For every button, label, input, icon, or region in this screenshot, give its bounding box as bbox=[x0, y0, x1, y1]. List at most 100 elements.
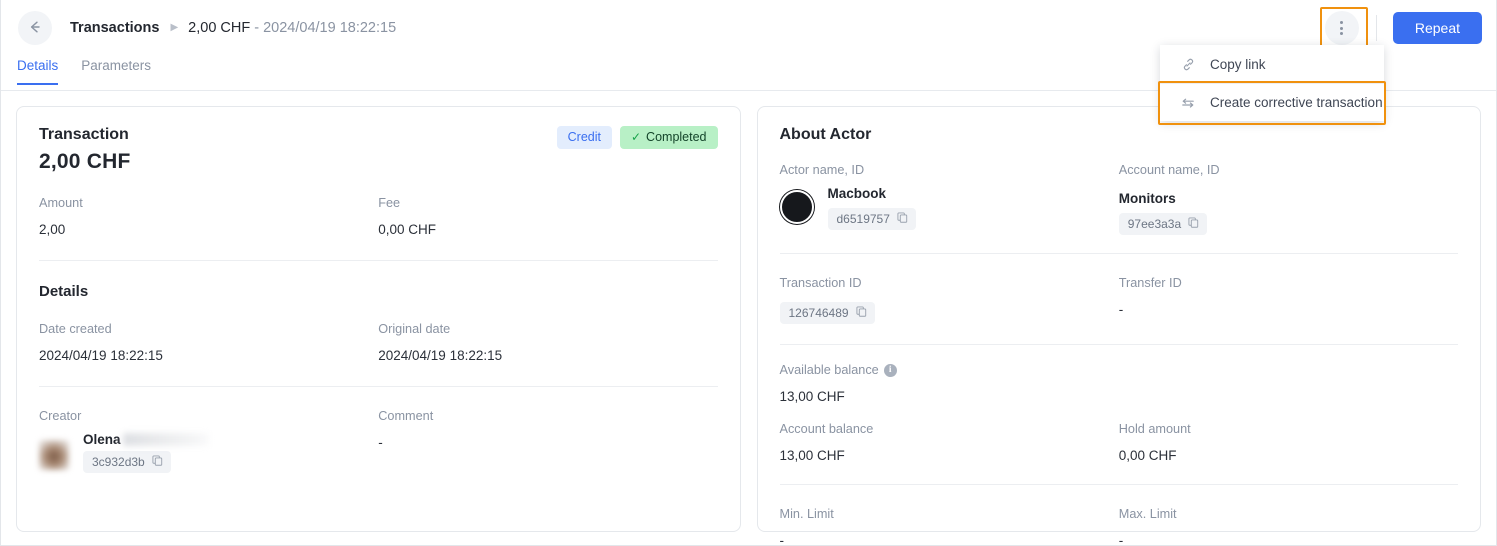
date-created-field: Date created 2024/04/19 18:22:15 bbox=[39, 322, 378, 363]
creator-person-body: Olena 3c932d3b bbox=[83, 432, 209, 473]
account-id-value: 97ee3a3a bbox=[1127, 217, 1182, 231]
available-balance-label: Available balance bbox=[779, 363, 879, 377]
available-balance-value: 13,00 CHF bbox=[779, 389, 845, 404]
actor-name-id-label: Actor name, ID bbox=[779, 163, 865, 177]
transaction-id-label: Transaction ID bbox=[779, 276, 862, 290]
badge-completed: ✓ Completed bbox=[619, 126, 718, 149]
amount-label: Amount bbox=[39, 196, 83, 210]
transaction-id-chip[interactable]: 126746489 bbox=[779, 302, 875, 324]
creator-avatar bbox=[39, 440, 69, 470]
actor-person: Macbook d6519757 bbox=[779, 186, 1103, 230]
account-balance-field: Account balance 13,00 CHF bbox=[780, 422, 1119, 463]
max-limit-value: - bbox=[1118, 533, 1124, 546]
breadcrumb-separator-icon: ▶ bbox=[170, 22, 179, 33]
account-name-id-label: Account name, ID bbox=[1118, 163, 1220, 177]
actor-card: About Actor Actor name, ID Macbook d6519… bbox=[756, 106, 1481, 545]
account-id-chip[interactable]: 97ee3a3a bbox=[1118, 213, 1208, 235]
arrow-left-icon bbox=[27, 19, 43, 38]
balances-row: Account balance 13,00 CHF Hold amount 0,… bbox=[780, 422, 1459, 463]
copy-icon bbox=[152, 455, 163, 469]
details-section-title: Details bbox=[39, 283, 89, 300]
date-created-label: Date created bbox=[39, 322, 112, 336]
divider-balances bbox=[779, 484, 1458, 485]
account-name: Monitors bbox=[1118, 191, 1176, 206]
account-balance-label: Account balance bbox=[779, 422, 874, 436]
transaction-amount-heading: 2,00 CHF bbox=[39, 150, 131, 173]
back-button[interactable] bbox=[18, 11, 52, 45]
header-actions: Repeat bbox=[1319, 7, 1482, 51]
kebab-dot-2 bbox=[1340, 26, 1344, 30]
info-icon[interactable]: i bbox=[883, 363, 897, 377]
badge-credit: Credit bbox=[556, 126, 612, 149]
original-date-label: Original date bbox=[378, 322, 451, 336]
divider-amount bbox=[39, 260, 718, 261]
limits-row: Min. Limit - Max. Limit - bbox=[779, 507, 1459, 546]
comment-label: Comment bbox=[378, 409, 434, 423]
fee-field: Fee 0,00 CHF bbox=[378, 196, 717, 237]
check-icon: ✓ bbox=[630, 130, 642, 145]
comment-value: - bbox=[378, 435, 383, 450]
min-limit-label: Min. Limit bbox=[779, 507, 834, 521]
account-field: Account name, ID Monitors 97ee3a3a bbox=[1118, 163, 1458, 235]
header-divider bbox=[1375, 15, 1377, 41]
transaction-details-page: Transactions ▶ 2,00 CHF - 2024/04/19 18:… bbox=[0, 0, 1497, 546]
tab-details[interactable]: Details bbox=[17, 56, 59, 85]
creator-field: Creator Olena 3c932d3b bbox=[39, 409, 378, 473]
transaction-card: Transaction 2,00 CHF Credit ✓ Completed … bbox=[16, 106, 741, 532]
transfer-id-field: Transfer ID - bbox=[1119, 276, 1458, 324]
breadcrumb: Transactions ▶ 2,00 CHF - 2024/04/19 18:… bbox=[70, 20, 396, 36]
transaction-card-heading: Transaction 2,00 CHF bbox=[39, 126, 130, 174]
tab-parameters[interactable]: Parameters bbox=[81, 56, 151, 84]
repeat-button[interactable]: Repeat bbox=[1392, 12, 1482, 44]
available-balance-row: Available balance i 13,00 CHF bbox=[780, 363, 1459, 404]
creator-name-row: Olena bbox=[83, 432, 209, 447]
actor-card-title: About Actor bbox=[779, 126, 872, 143]
transaction-id-value: 126746489 bbox=[788, 306, 849, 320]
menu-item-create-corrective-transaction[interactable]: Create corrective transaction bbox=[1160, 83, 1384, 121]
available-balance-field: Available balance i 13,00 CHF bbox=[780, 363, 1119, 404]
hold-amount-value: 0,00 CHF bbox=[1118, 448, 1177, 463]
date-created-value: 2024/04/19 18:22:15 bbox=[39, 348, 163, 363]
breadcrumb-current-amount: 2,00 CHF bbox=[188, 20, 251, 36]
creator-comment-row: Creator Olena 3c932d3b Comment - bbox=[39, 409, 718, 473]
copy-icon bbox=[1188, 217, 1199, 231]
amount-field: Amount 2,00 bbox=[39, 196, 378, 237]
min-limit-value: - bbox=[779, 533, 785, 546]
kebab-menu-wrapper bbox=[1319, 7, 1368, 51]
more-actions-button[interactable] bbox=[1324, 11, 1359, 45]
creator-surname-redacted bbox=[122, 433, 209, 446]
divider-actor bbox=[779, 253, 1458, 254]
transaction-card-title: Transaction bbox=[39, 126, 129, 143]
transaction-badges: Credit ✓ Completed bbox=[556, 126, 718, 149]
badge-completed-label: Completed bbox=[646, 130, 707, 144]
creator-id-chip[interactable]: 3c932d3b bbox=[83, 451, 171, 473]
transfer-id-label: Transfer ID bbox=[1118, 276, 1182, 290]
creator-id-value: 3c932d3b bbox=[92, 455, 145, 469]
more-actions-menu: Copy link Create corrective transaction bbox=[1158, 45, 1386, 125]
fee-value: 0,00 CHF bbox=[378, 222, 437, 237]
amount-fee-row: Amount 2,00 Fee 0,00 CHF bbox=[39, 196, 718, 237]
transaction-id-field: Transaction ID 126746489 bbox=[779, 276, 1119, 324]
divider-dates bbox=[39, 386, 718, 387]
link-icon bbox=[1179, 57, 1197, 72]
hold-amount-field: Hold amount 0,00 CHF bbox=[1119, 422, 1458, 463]
creator-name: Olena bbox=[83, 432, 121, 447]
breadcrumb-current: 2,00 CHF - 2024/04/19 18:22:15 bbox=[188, 20, 396, 36]
transaction-card-header: Transaction 2,00 CHF Credit ✓ Completed bbox=[39, 126, 718, 174]
actor-account-row: Actor name, ID Macbook d6519757 Account … bbox=[779, 163, 1459, 235]
breadcrumb-root-link[interactable]: Transactions bbox=[70, 20, 159, 36]
actor-id-chip[interactable]: d6519757 bbox=[827, 208, 916, 230]
original-date-field: Original date 2024/04/19 18:22:15 bbox=[378, 322, 717, 363]
available-balance-label-row: Available balance i bbox=[780, 363, 1103, 377]
kebab-dot-3 bbox=[1340, 32, 1344, 35]
actor-name: Macbook bbox=[827, 186, 887, 201]
account-balance-value: 13,00 CHF bbox=[779, 448, 845, 463]
menu-item-copy-link[interactable]: Copy link bbox=[1160, 45, 1384, 83]
copy-icon bbox=[856, 306, 867, 320]
max-limit-label: Max. Limit bbox=[1118, 507, 1177, 521]
actor-id-value: d6519757 bbox=[836, 212, 890, 226]
min-limit-field: Min. Limit - bbox=[779, 507, 1119, 546]
cards-container: Transaction 2,00 CHF Credit ✓ Completed … bbox=[1, 106, 1496, 545]
divider-ids bbox=[779, 344, 1458, 345]
creator-label: Creator bbox=[39, 409, 82, 423]
